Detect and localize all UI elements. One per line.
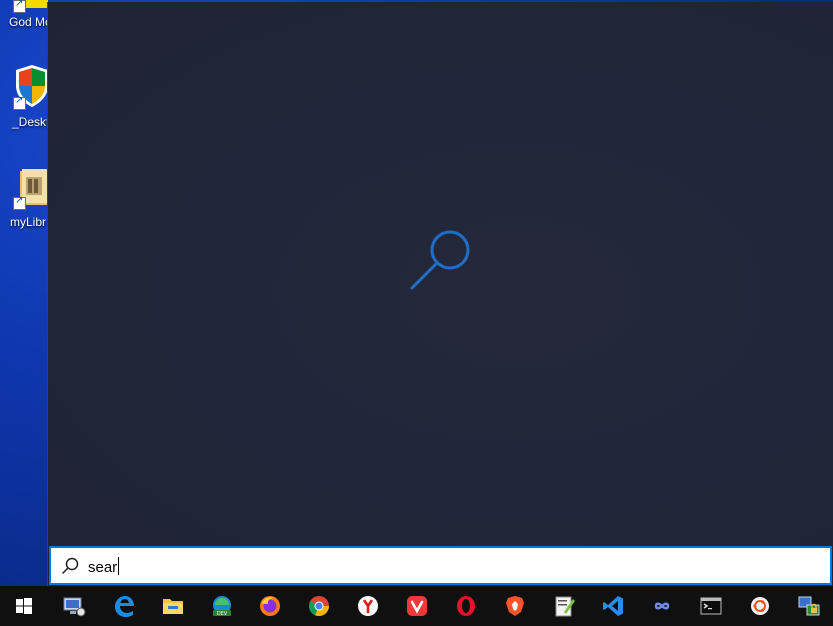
edge-icon [115, 596, 134, 617]
search-input[interactable]: sear [49, 546, 832, 585]
search-icon [410, 230, 470, 290]
shortcut-arrow-icon [13, 195, 26, 210]
search-icon [61, 557, 79, 575]
start-button[interactable] [0, 586, 48, 626]
shortcut-arrow-icon [13, 0, 26, 13]
computer-icon [63, 597, 86, 617]
folder-icon [163, 599, 183, 614]
opera-app[interactable] [442, 586, 490, 626]
terminal-icon [700, 597, 722, 615]
network-lock-app[interactable] [785, 586, 833, 626]
this-pc-app[interactable] [50, 586, 98, 626]
notepad-icon [555, 596, 575, 617]
text-caret [118, 557, 120, 575]
edge-dev-icon: DEV [213, 596, 231, 617]
opera-icon [457, 596, 475, 616]
ubuntu-icon [751, 597, 769, 615]
firefox-icon [260, 596, 280, 616]
notepadpp-app[interactable] [540, 586, 588, 626]
chrome-icon [309, 596, 330, 617]
svg-text:DEV: DEV [217, 611, 228, 617]
vscode-icon [603, 596, 623, 616]
desktop-icon-label: _Deskt [12, 115, 50, 129]
yandex-app[interactable] [344, 586, 392, 626]
taskbar: DEV [0, 586, 833, 626]
shortcut-arrow-icon [13, 95, 26, 110]
brave-icon [506, 596, 524, 616]
ubuntu-app[interactable] [736, 586, 784, 626]
edge-dev-app[interactable]: DEV [198, 586, 246, 626]
terminal-app[interactable] [687, 586, 735, 626]
infinity-app[interactable] [638, 586, 686, 626]
firefox-app[interactable] [246, 586, 294, 626]
desktop-icon-label: myLibr [10, 215, 47, 229]
search-query-text: sear [88, 557, 120, 576]
vivaldi-app[interactable] [393, 586, 441, 626]
vscode-app[interactable] [589, 586, 637, 626]
search-flyout-panel [47, 2, 833, 586]
chrome-app[interactable] [295, 586, 343, 626]
windows-logo-icon [16, 598, 32, 614]
file-explorer-app[interactable] [149, 586, 197, 626]
edge-legacy-app[interactable] [100, 586, 148, 626]
brave-app[interactable] [491, 586, 539, 626]
infinity-icon [654, 602, 670, 610]
vivaldi-icon [407, 596, 427, 616]
desktop-icon-label: God Mo [9, 15, 52, 29]
network-lock-icon [798, 596, 820, 616]
yandex-icon [358, 596, 378, 616]
